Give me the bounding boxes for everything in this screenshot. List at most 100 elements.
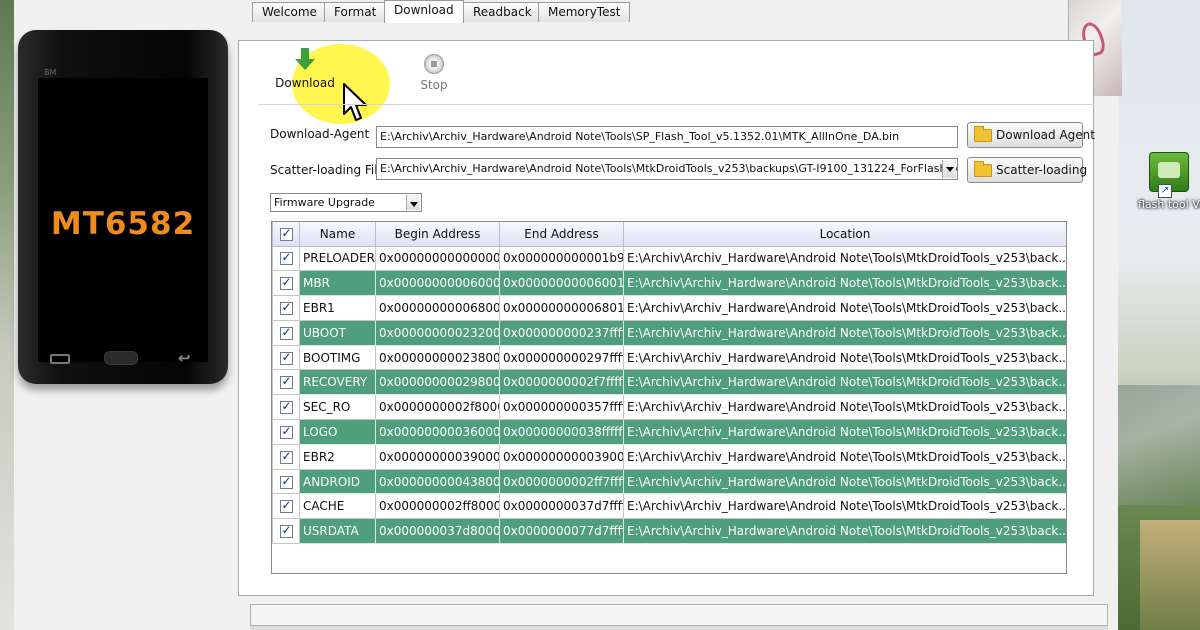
checkbox-checked-icon (279, 226, 293, 241)
begin-address: 0x000000002ff80000 (375, 493, 500, 520)
scatter-loading-button[interactable]: Scatter-loading (967, 157, 1087, 183)
checkbox-checked-icon (279, 325, 293, 340)
partition-location: E:\Archiv\Archiv_Hardware\Android Note\T… (623, 270, 1066, 297)
tab-welcome[interactable]: Welcome (252, 2, 327, 22)
row-checkbox[interactable] (272, 270, 300, 297)
checkbox-checked-icon (279, 424, 293, 439)
download-agent-button[interactable]: Download Agent (967, 122, 1095, 148)
column-header-begin-address[interactable]: Begin Address (375, 222, 500, 247)
column-header-end-address[interactable]: End Address (499, 222, 624, 247)
begin-address: 0x0000000003600000 (375, 419, 500, 445)
table-row[interactable]: MBR0x00000000006000000x00000000006001ffE… (272, 270, 1066, 297)
tab-memorytest[interactable]: MemoryTest (538, 2, 631, 22)
checkbox-checked-icon (279, 474, 293, 489)
begin-address: 0x0000000002380000 (375, 344, 500, 371)
checkbox-checked-icon (279, 449, 293, 464)
phone-model-label: MT6582 (50, 206, 196, 242)
partition-name: EBR1 (299, 295, 376, 321)
folder-icon (974, 161, 992, 177)
end-address: 0x0000000002ff7ffff (499, 468, 624, 495)
select-all-checkbox[interactable] (272, 222, 300, 247)
table-row[interactable]: USRDATA0x000000037d800000x0000000077d7ff… (272, 518, 1066, 545)
row-checkbox[interactable] (272, 394, 300, 421)
chevron-down-icon[interactable] (942, 160, 956, 178)
row-checkbox[interactable] (272, 319, 300, 346)
mode-select-value: Firmware Upgrade (274, 196, 375, 209)
checkbox-checked-icon (279, 399, 293, 415)
stop-button[interactable]: Stop (404, 54, 464, 92)
menu-key-icon (50, 354, 70, 364)
partition-name: UBOOT (299, 319, 376, 346)
partition-name: USRDATA (299, 518, 376, 545)
desktop-shortcut-flash-tool[interactable]: ↗ flash tool Verknüpf (1138, 152, 1200, 211)
end-address: 0x00000000038fffff (499, 419, 624, 445)
row-checkbox[interactable] (272, 344, 300, 371)
partition-location: E:\Archiv\Archiv_Hardware\Android Note\T… (623, 344, 1066, 371)
partition-location: E:\Archiv\Archiv_Hardware\Android Note\T… (623, 419, 1066, 445)
table-row[interactable]: PRELOADER0x00000000000000000x00000000000… (272, 245, 1066, 272)
scatter-file-path: E:\Archiv\Archiv_Hardware\Android Note\T… (380, 162, 958, 175)
column-header-location[interactable]: Location (623, 222, 1066, 247)
download-button[interactable]: Download (270, 48, 340, 90)
partition-name: BOOTIMG (299, 344, 376, 371)
table-row[interactable]: UBOOT0x00000000023200000x000000000237fff… (272, 319, 1066, 346)
partition-name: CACHE (299, 493, 376, 520)
stop-button-label: Stop (420, 78, 448, 92)
end-address: 0x00000000006001ff (499, 270, 624, 297)
row-checkbox[interactable] (272, 518, 300, 545)
mouse-cursor-icon (343, 83, 367, 121)
row-checkbox[interactable] (272, 295, 300, 321)
status-bar (250, 604, 1108, 626)
toolbar-divider (258, 104, 1094, 105)
row-checkbox[interactable] (272, 369, 300, 396)
phone-keys: ↩ (38, 348, 208, 370)
partition-location: E:\Archiv\Archiv_Hardware\Android Note\T… (623, 493, 1066, 520)
row-checkbox[interactable] (272, 493, 300, 520)
end-address: 0x0000000037d7ffff (499, 493, 624, 520)
partition-name: MBR (299, 270, 376, 297)
row-checkbox[interactable] (272, 443, 300, 470)
table-row[interactable]: SEC_RO0x0000000002f800000x000000000357ff… (272, 394, 1066, 421)
table-row[interactable]: CACHE0x000000002ff800000x0000000037d7fff… (272, 493, 1066, 520)
download-agent-path-field[interactable]: E:\Archiv\Archiv_Hardware\Android Note\T… (376, 126, 958, 148)
partition-name: EBR2 (299, 443, 376, 470)
partition-location: E:\Archiv\Archiv_Hardware\Android Note\T… (623, 518, 1066, 545)
tab-format[interactable]: Format (324, 2, 387, 22)
table-row[interactable]: LOGO0x00000000036000000x00000000038fffff… (272, 419, 1066, 445)
checkbox-checked-icon (279, 300, 293, 315)
table-header-row: Name Begin Address End Address Location (272, 222, 1066, 247)
end-address: 0x00000000006801ff (499, 295, 624, 321)
end-address: 0x000000000237ffff (499, 319, 624, 346)
column-header-name[interactable]: Name (299, 222, 376, 247)
partition-location: E:\Archiv\Archiv_Hardware\Android Note\T… (623, 394, 1066, 421)
landscape-mountain (1118, 385, 1200, 505)
partition-name: RECOVERY (299, 369, 376, 396)
row-checkbox[interactable] (272, 419, 300, 445)
tab-readback[interactable]: Readback (463, 2, 542, 22)
begin-address: 0x0000000002f80000 (375, 394, 500, 421)
mode-select[interactable]: Firmware Upgrade (270, 193, 422, 212)
begin-address: 0x0000000000600000 (375, 270, 500, 297)
partition-location: E:\Archiv\Archiv_Hardware\Android Note\T… (623, 319, 1066, 346)
tab-download[interactable]: Download (384, 0, 464, 23)
table-row[interactable]: ANDROID0x00000000043800000x0000000002ff7… (272, 468, 1066, 495)
table-row[interactable]: EBR20x00000000039000000x000000000039001f… (272, 443, 1066, 470)
scatter-file-combo[interactable]: E:\Archiv\Archiv_Hardware\Android Note\T… (376, 158, 958, 180)
begin-address: 0x0000000002320000 (375, 319, 500, 346)
begin-address: 0x0000000002980000 (375, 369, 500, 396)
row-checkbox[interactable] (272, 245, 300, 272)
table-row[interactable]: BOOTIMG0x00000000023800000x000000000297f… (272, 344, 1066, 371)
row-checkbox[interactable] (272, 468, 300, 495)
landscape-meadow (1140, 520, 1200, 630)
table-row[interactable]: RECOVERY0x00000000029800000x0000000002f7… (272, 369, 1066, 396)
table-row[interactable]: EBR10x00000000006800000x00000000006801ff… (272, 295, 1066, 321)
chevron-down-icon[interactable] (406, 195, 420, 210)
begin-address: 0x0000000000000000 (375, 245, 500, 272)
partition-location: E:\Archiv\Archiv_Hardware\Android Note\T… (623, 245, 1066, 272)
shortcut-arrow-icon: ↗ (1158, 184, 1172, 198)
phone-illustration: BM MT6582 ↩ (18, 30, 228, 384)
folder-icon (974, 126, 992, 142)
begin-address: 0x0000000000680000 (375, 295, 500, 321)
end-address: 0x000000000039001ff (499, 443, 624, 470)
home-key-icon (104, 351, 138, 365)
